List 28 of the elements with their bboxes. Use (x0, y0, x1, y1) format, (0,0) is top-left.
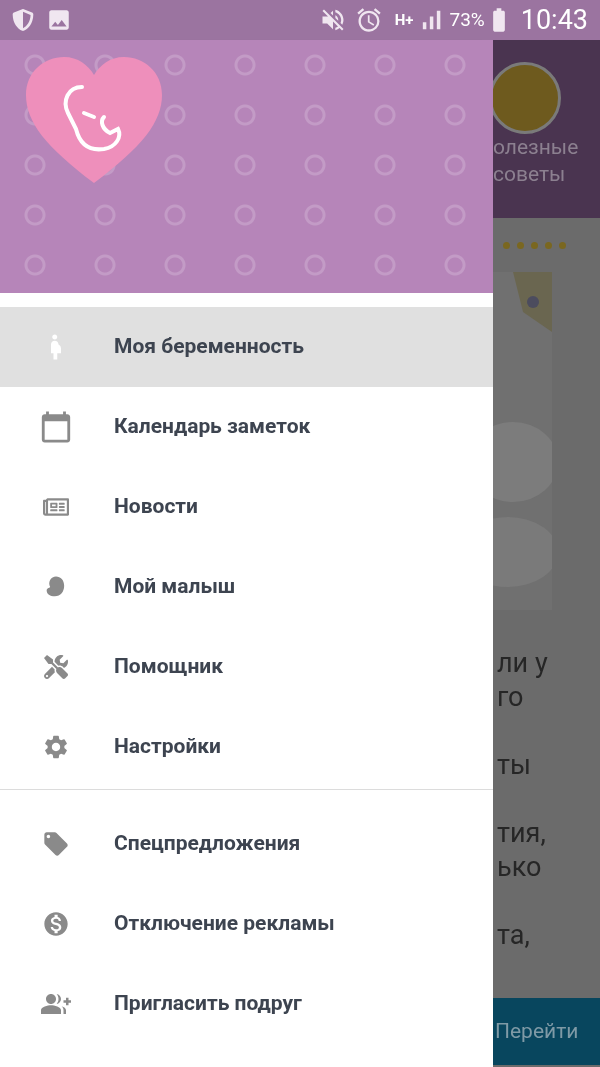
tools-icon (44, 655, 68, 679)
tag-icon (42, 830, 70, 858)
menu-item[interactable]: Помощник (0, 627, 493, 707)
menu-item[interactable]: Спецпредложения (0, 804, 493, 884)
settings-icon (42, 733, 70, 761)
article-text: ли у (497, 646, 549, 680)
article-text: ько (497, 850, 543, 884)
battery-percent: 73% (449, 6, 485, 33)
article-text: та, (497, 918, 531, 952)
calendar-icon (39, 410, 73, 444)
shield-icon (12, 9, 34, 31)
article-text: ты (497, 748, 532, 782)
menu-item[interactable]: Мой малыш (0, 547, 493, 627)
menu-item[interactable]: Календарь заметок (0, 387, 493, 467)
article-text: го (497, 680, 525, 714)
heart-logo-icon (26, 57, 162, 185)
menu-item[interactable]: Отключение рекламы (0, 884, 493, 964)
image-icon (46, 7, 72, 33)
article-text: тия, (497, 816, 547, 850)
clock: 10:43 (520, 2, 588, 38)
network-type: H+ (394, 9, 414, 31)
menu-item[interactable]: Новости (0, 467, 493, 547)
dollar-icon (42, 910, 70, 938)
menu-item[interactable]: Моя беременность (0, 307, 493, 387)
tab-label: олезные (493, 134, 579, 161)
tab-label: советы (493, 161, 566, 188)
menu-item[interactable]: Настройки (0, 707, 493, 787)
menu-item[interactable]: Пригласить подруг (0, 964, 493, 1044)
